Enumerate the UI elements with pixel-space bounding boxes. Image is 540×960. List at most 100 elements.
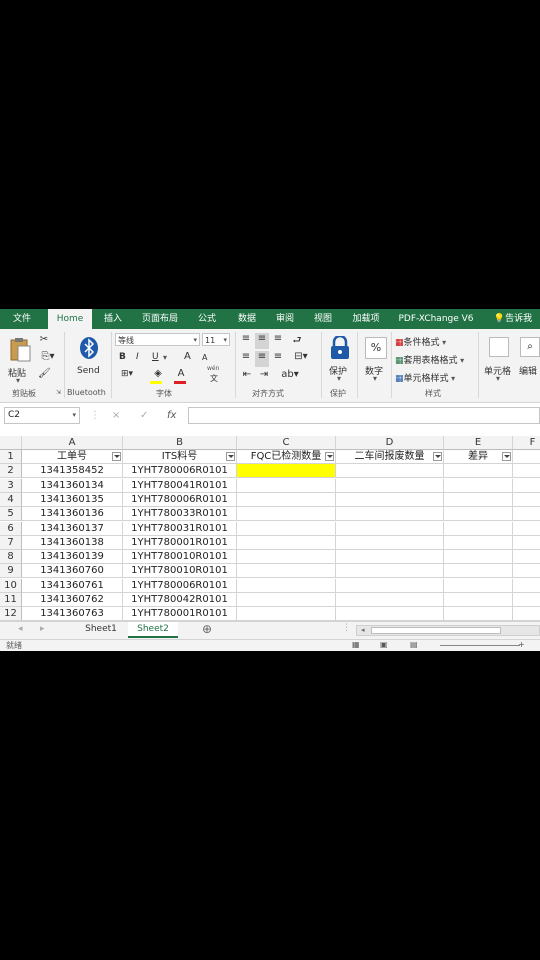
align-middle-icon[interactable]: ≡ xyxy=(255,333,269,349)
cell-a10[interactable]: 1341360761 xyxy=(22,578,123,593)
tell-me[interactable]: 💡告诉我 xyxy=(488,309,538,329)
column-header-a[interactable]: A xyxy=(22,436,123,450)
cell-b5[interactable]: 1YHT780033R0101 xyxy=(123,507,237,522)
send-button[interactable]: Send xyxy=(70,333,108,385)
font-color-button[interactable]: A xyxy=(172,368,190,384)
cells-button[interactable]: 单元格 ▾ xyxy=(482,333,516,385)
align-right-icon[interactable]: ≡ xyxy=(272,351,284,362)
row-header[interactable]: 10 xyxy=(0,578,22,593)
cell-c11[interactable] xyxy=(237,593,336,607)
cell-f10[interactable] xyxy=(513,579,540,593)
cell-f12[interactable] xyxy=(513,607,540,622)
tab-home[interactable]: Home xyxy=(48,309,92,329)
header-cell-a[interactable]: 工单号 xyxy=(22,450,123,464)
cell-f2[interactable] xyxy=(513,464,540,479)
header-cell-c[interactable]: FQC已检测数量 xyxy=(237,450,336,464)
cell-c8[interactable] xyxy=(237,550,336,565)
normal-view-icon[interactable]: ▦ xyxy=(352,640,360,649)
cell-d10[interactable] xyxy=(336,578,444,593)
cell-a3[interactable]: 1341360134 xyxy=(22,478,123,493)
row-header[interactable]: 8 xyxy=(0,550,22,565)
cancel-icon[interactable]: × xyxy=(112,407,120,424)
cell-a12[interactable]: 1341360763 xyxy=(22,607,123,622)
grow-font-button[interactable]: A xyxy=(184,351,191,362)
header-cell-d[interactable]: 二车间报废数量 xyxy=(336,450,444,464)
cell-styles-button[interactable]: ▦单元格样式 ▾ xyxy=(395,371,455,384)
cell-a11[interactable]: 1341360762 xyxy=(22,593,123,607)
name-box[interactable]: C2 ▾ xyxy=(4,407,80,424)
tab-view[interactable]: 视图 xyxy=(308,309,338,329)
cell-c4[interactable] xyxy=(237,492,336,507)
align-top-icon[interactable]: ≡ xyxy=(240,333,252,344)
increase-indent-icon[interactable]: ⇥ xyxy=(257,369,271,380)
cell-b4[interactable]: 1YHT780006R0101 xyxy=(123,492,237,507)
column-header-f[interactable]: F xyxy=(513,436,540,450)
shrink-font-button[interactable]: A xyxy=(202,353,207,362)
cell-b11[interactable]: 1YHT780042R0101 xyxy=(123,593,237,607)
cell-d6[interactable] xyxy=(336,521,444,536)
cell-a9[interactable]: 1341360760 xyxy=(22,564,123,579)
cell-a8[interactable]: 1341360139 xyxy=(22,550,123,565)
tab-data[interactable]: 数据 xyxy=(232,309,262,329)
cell-e7[interactable] xyxy=(444,535,513,550)
sheet-tab-sheet1[interactable]: Sheet1 xyxy=(78,622,124,638)
cell-e10[interactable] xyxy=(444,578,513,593)
row-header[interactable]: 7 xyxy=(0,535,22,550)
page-layout-view-icon[interactable]: ▣ xyxy=(380,640,388,649)
header-cell-f[interactable] xyxy=(513,450,540,464)
cell-d8[interactable] xyxy=(336,550,444,565)
underline-button[interactable]: U xyxy=(152,352,159,362)
cell-c3[interactable] xyxy=(237,478,336,493)
align-center-icon[interactable]: ≡ xyxy=(255,351,269,367)
scroll-left-arrow-icon[interactable]: ◂ xyxy=(361,626,365,635)
filter-dropdown-icon[interactable] xyxy=(433,452,442,461)
cell-d5[interactable] xyxy=(336,507,444,522)
cell-c5[interactable] xyxy=(237,507,336,522)
tab-review[interactable]: 审阅 xyxy=(270,309,300,329)
bold-button[interactable]: B xyxy=(119,352,126,362)
decrease-indent-icon[interactable]: ⇤ xyxy=(240,369,254,380)
cell-f5[interactable] xyxy=(513,507,540,522)
filter-dropdown-icon[interactable] xyxy=(112,452,121,461)
row-header[interactable]: 4 xyxy=(0,492,22,507)
add-sheet-icon[interactable]: ⊕ xyxy=(202,622,212,636)
row-header[interactable]: 6 xyxy=(0,521,22,536)
tab-pdf-xchange[interactable]: PDF-XChange V6 xyxy=(396,309,476,329)
row-header[interactable]: 9 xyxy=(0,564,22,579)
format-painter-icon[interactable]: 🖌 xyxy=(38,368,51,379)
cell-d11[interactable] xyxy=(336,593,444,607)
tab-formulas[interactable]: 公式 xyxy=(192,309,222,329)
merge-center-icon[interactable]: ⊟▾ xyxy=(290,351,312,362)
number-format-button[interactable]: % 数字 ▾ xyxy=(361,333,391,385)
cell-e8[interactable] xyxy=(444,550,513,565)
orientation-icon[interactable]: ab▾ xyxy=(279,369,301,380)
cell-e4[interactable] xyxy=(444,492,513,507)
wrap-text-icon[interactable]: ⮐ xyxy=(290,333,304,350)
column-header-e[interactable]: E xyxy=(444,436,513,450)
fill-color-button[interactable]: ◈ xyxy=(148,368,168,384)
cell-a5[interactable]: 1341360136 xyxy=(22,507,123,522)
cell-c9[interactable] xyxy=(237,564,336,579)
row-header[interactable]: 3 xyxy=(0,478,22,493)
cell-c6[interactable] xyxy=(237,521,336,536)
column-header-d[interactable]: D xyxy=(336,436,444,450)
insert-function-icon[interactable]: fx xyxy=(167,407,176,424)
font-name-select[interactable]: 等线 ▾ xyxy=(115,333,200,346)
tab-insert[interactable]: 插入 xyxy=(98,309,128,329)
cell-c7[interactable] xyxy=(237,535,336,550)
cell-e9[interactable] xyxy=(444,564,513,579)
column-header-c[interactable]: C xyxy=(237,436,336,450)
protect-button[interactable]: 保护 ▾ xyxy=(325,333,355,385)
zoom-in-icon[interactable]: + xyxy=(518,640,525,649)
cell-b6[interactable]: 1YHT780031R0101 xyxy=(123,521,237,536)
cell-f4[interactable] xyxy=(513,493,540,507)
cell-b2[interactable]: 1YHT780006R0101 xyxy=(123,464,237,479)
row-header[interactable]: 5 xyxy=(0,507,22,522)
format-as-table-button[interactable]: ▦套用表格格式 ▾ xyxy=(395,353,464,366)
cell-a7[interactable]: 1341360138 xyxy=(22,535,123,550)
cell-d12[interactable] xyxy=(336,607,444,622)
cell-a6[interactable]: 1341360137 xyxy=(22,521,123,536)
cell-f6[interactable] xyxy=(513,522,540,536)
cell-b8[interactable]: 1YHT780010R0101 xyxy=(123,550,237,565)
cell-c12[interactable] xyxy=(237,607,336,622)
